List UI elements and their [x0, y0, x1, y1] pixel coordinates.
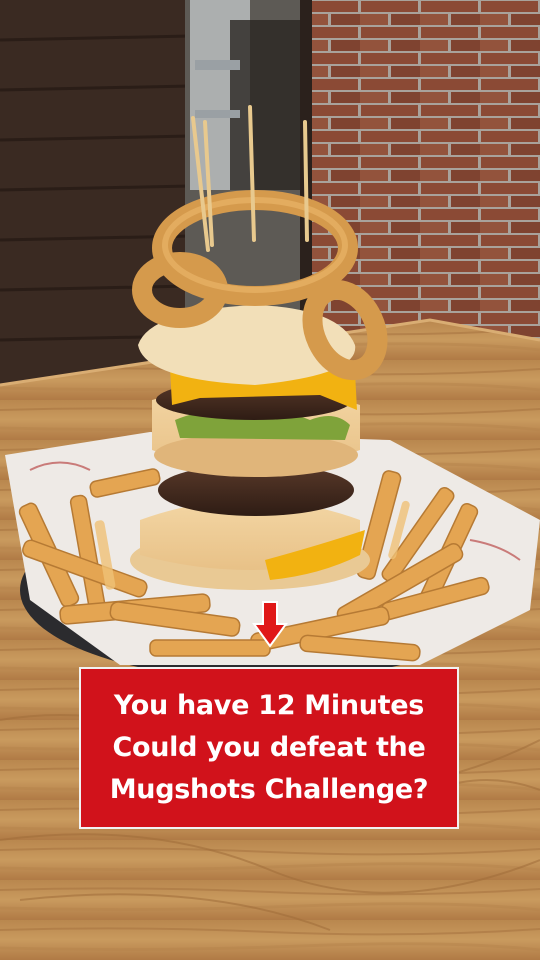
caption-line-1: You have 12 Minutes [113, 690, 425, 721]
challenge-caption: You have 12 Minutes Could you defeat the… [79, 667, 459, 829]
down-arrow-icon [252, 601, 288, 648]
caption-line-2: Could you defeat the [112, 732, 426, 763]
caption-line-3: Mugshots Challenge? [109, 774, 429, 805]
